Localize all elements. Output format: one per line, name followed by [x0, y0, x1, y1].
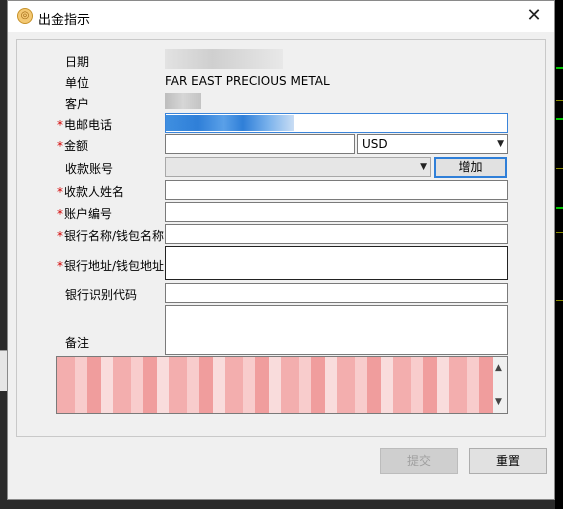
- unit-value: FAR EAST PRECIOUS METAL: [165, 74, 330, 88]
- chevron-down-icon: ▼: [497, 139, 504, 149]
- currency-value: USD: [362, 137, 388, 151]
- background-grid-line: [556, 300, 563, 301]
- phone-value-suffix: .co: [294, 117, 309, 128]
- notice-text-redacted: [57, 357, 495, 413]
- notice-scrollbar[interactable]: ▲ ▼: [493, 357, 507, 413]
- required-mark: *: [57, 139, 63, 153]
- scroll-up-icon[interactable]: ▲: [495, 359, 502, 377]
- required-mark: *: [57, 185, 63, 199]
- bank-code-label: 银行识别代码: [65, 288, 138, 302]
- remarks-input[interactable]: [165, 305, 508, 355]
- app-logo-icon: ◎: [17, 8, 33, 24]
- title-bar: ◎ 出金指示 ✕: [8, 1, 554, 32]
- date-value-redacted: [165, 49, 283, 69]
- bank-address-label-text: 银行地址/钱包地址: [64, 259, 165, 273]
- account-select[interactable]: ▼: [165, 157, 431, 177]
- background-chart-line: [556, 207, 563, 209]
- add-account-button[interactable]: 增加: [434, 157, 507, 178]
- currency-select[interactable]: USD ▼: [357, 134, 508, 154]
- account-number-label-text: 账户编号: [64, 207, 113, 221]
- account-number-input[interactable]: [165, 202, 508, 222]
- background-grid-line: [556, 100, 563, 101]
- amount-label: *金额: [57, 137, 88, 154]
- background-grid-line: [556, 168, 563, 169]
- background-grid-line: [556, 232, 563, 233]
- bank-code-input[interactable]: [165, 283, 508, 303]
- customer-value-redacted: [165, 93, 201, 109]
- scroll-down-icon[interactable]: ▼: [495, 393, 502, 411]
- required-mark: *: [57, 259, 63, 273]
- phone-label-text: 电邮电话: [64, 118, 113, 132]
- background-chart-line: [556, 118, 563, 120]
- amount-label-text: 金额: [64, 139, 89, 153]
- bank-name-input[interactable]: [165, 224, 508, 244]
- background-chart-line: [556, 67, 563, 69]
- window-title: 出金指示: [38, 13, 91, 28]
- required-mark: *: [57, 118, 63, 132]
- background-app-panel: [555, 0, 563, 509]
- phone-label: *电邮电话: [57, 116, 112, 133]
- account-label: 收款账号: [65, 162, 114, 176]
- amount-input[interactable]: [165, 134, 355, 154]
- payee-name-label: *收款人姓名: [57, 183, 124, 200]
- date-label: 日期: [65, 55, 90, 69]
- remarks-label: 备注: [65, 336, 90, 350]
- notice-box: ▲ ▼: [56, 356, 508, 414]
- chevron-down-icon: ▼: [420, 162, 427, 172]
- bank-address-input[interactable]: [165, 246, 508, 280]
- payee-name-label-text: 收款人姓名: [64, 185, 125, 199]
- phone-input[interactable]: .co: [165, 113, 508, 133]
- required-mark: *: [57, 207, 63, 221]
- unit-label: 单位: [65, 76, 90, 90]
- withdrawal-dialog: ◎ 出金指示 ✕ 日期 单位 FAR EAST PRECIOUS METAL 客…: [7, 0, 555, 500]
- bank-name-label: *银行名称/钱包名称: [57, 227, 164, 244]
- payee-name-input[interactable]: [165, 180, 508, 200]
- bank-name-label-text: 银行名称/钱包名称: [64, 229, 165, 243]
- account-number-label: *账户编号: [57, 205, 112, 222]
- required-mark: *: [57, 229, 63, 243]
- customer-label: 客户: [65, 97, 90, 111]
- bank-address-label: *银行地址/钱包地址: [57, 257, 164, 274]
- reset-button[interactable]: 重置: [469, 448, 547, 474]
- close-button[interactable]: ✕: [522, 4, 546, 28]
- phone-value-redacted: [166, 115, 294, 131]
- submit-button[interactable]: 提交: [380, 448, 458, 474]
